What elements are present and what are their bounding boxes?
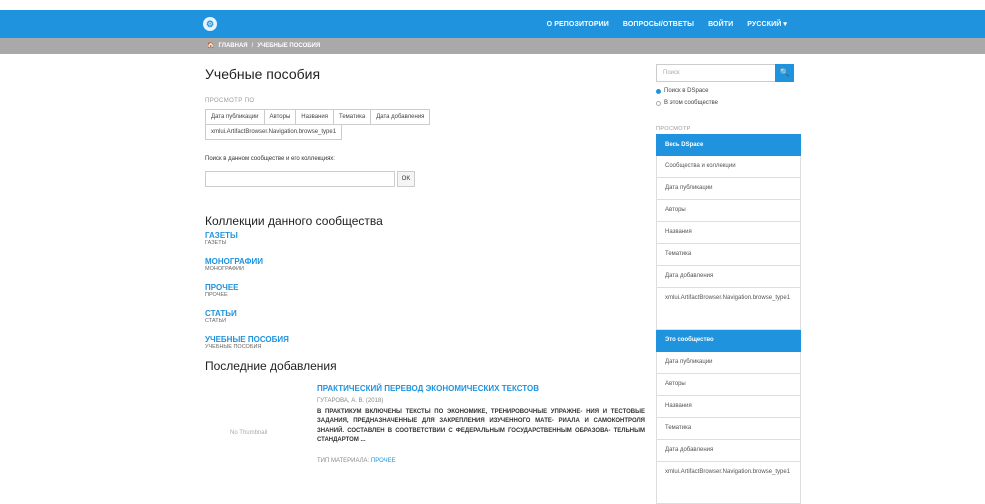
browse-authors-button[interactable]: Авторы <box>263 109 297 125</box>
top-margin <box>0 0 985 10</box>
browse-date-added-button[interactable]: Дата добавления <box>370 109 431 125</box>
item-type: ТИП МАТЕРИАЛА: ПРОЧЕЕ <box>317 458 396 464</box>
collection-description: ПРОЧЕЕ <box>205 292 228 298</box>
collection-link[interactable]: ПРОЧЕЕ <box>205 283 505 292</box>
nav-faq-link[interactable]: ВОПРОСЫ/ОТВЕТЫ <box>623 21 694 28</box>
item-abstract: В ПРАКТИКУМ ВКЛЮЧЕНЫ ТЕКСТЫ ПО ЭКОНОМИКЕ… <box>317 409 645 443</box>
collection-description: УЧЕБНЫЕ ПОСОБИЯ <box>205 344 262 350</box>
item-author-date: ГУТАРОВА, А. В. (2018) <box>317 398 384 404</box>
browse-by-label: ПРОСМОТР ПО <box>205 98 255 104</box>
sidebar-search-input[interactable]: Поиск <box>656 64 776 82</box>
list-item: СТАТЬИ СТАТЬИ <box>205 309 505 332</box>
radio-selected-icon <box>656 88 661 94</box>
nav-language-dropdown[interactable]: РУССКИЙ ▾ <box>747 20 787 28</box>
item-thumbnail[interactable]: No Thumbnail <box>230 430 267 436</box>
community-search-ok-button[interactable]: OK <box>397 171 415 187</box>
breadcrumb-separator: / <box>251 42 254 49</box>
community-search-label: Поиск в данном сообществе и его коллекци… <box>205 156 335 162</box>
breadcrumb-bar: 🏠 ГЛАВНАЯ / УЧЕБНЫЕ ПОСОБИЯ <box>0 38 985 54</box>
collections-heading: Коллекции данного сообщества <box>205 214 383 228</box>
browse-date-issued-button[interactable]: Дата публикации <box>205 109 265 125</box>
radio-search-dspace[interactable]: Поиск в DSpace <box>656 88 709 94</box>
community-search-input[interactable] <box>205 171 395 187</box>
nav-login-link[interactable]: ВОЙТИ <box>708 21 733 28</box>
sidebar-item-type1[interactable]: xmlui.ArtifactBrowser.Navigation.browse_… <box>656 462 801 504</box>
radio-label: Поиск в DSpace <box>664 88 709 94</box>
collection-link[interactable]: СТАТЬИ <box>205 309 505 318</box>
breadcrumb: 🏠 ГЛАВНАЯ / УЧЕБНЫЕ ПОСОБИЯ <box>207 42 321 50</box>
sidebar-item-this-community[interactable]: Это сообщество <box>656 330 801 352</box>
collection-description: ГАЗЕТЫ <box>205 240 227 246</box>
collection-link[interactable]: ГАЗЕТЫ <box>205 231 505 240</box>
browse-type1-button[interactable]: xmlui.ArtifactBrowser.Navigation.browse_… <box>205 124 343 140</box>
sidebar-item-date-issued[interactable]: Дата публикации <box>656 352 801 374</box>
sidebar-item-titles[interactable]: Названия <box>656 396 801 418</box>
sidebar-item-type1[interactable]: xmlui.ArtifactBrowser.Navigation.browse_… <box>656 288 801 330</box>
sidebar-item-subjects[interactable]: Тематика <box>656 418 801 440</box>
item-type-value[interactable]: ПРОЧЕЕ <box>371 458 396 464</box>
collections-list: ГАЗЕТЫ ГАЗЕТЫ МОНОГРАФИИ МОНОГРАФИИ ПРОЧ… <box>205 231 505 361</box>
breadcrumb-home-link[interactable]: ГЛАВНАЯ <box>218 43 247 49</box>
sidebar-item-date-added[interactable]: Дата добавления <box>656 440 801 462</box>
search-icon[interactable]: 🔍 <box>775 64 794 82</box>
collection-link[interactable]: МОНОГРАФИИ <box>205 257 505 266</box>
sidebar-browse-header: ПРОСМОТР <box>656 126 691 132</box>
sidebar-item-date-added[interactable]: Дата добавления <box>656 266 801 288</box>
radio-search-community[interactable]: В этом сообществе <box>656 100 718 106</box>
list-item: УЧЕБНЫЕ ПОСОБИЯ УЧЕБНЫЕ ПОСОБИЯ <box>205 335 505 358</box>
collection-description: МОНОГРАФИИ <box>205 266 244 272</box>
repository-logo[interactable]: ⚙ <box>203 17 217 31</box>
browse-subjects-button[interactable]: Тематика <box>333 109 372 125</box>
radio-label: В этом сообществе <box>664 100 718 106</box>
recent-additions-heading: Последние добавления <box>205 359 337 373</box>
page-title: Учебные пособия <box>205 66 321 82</box>
sidebar-item-all-dspace[interactable]: Весь DSpace <box>656 134 801 156</box>
home-icon[interactable]: 🏠 <box>207 42 214 49</box>
item-title-link[interactable]: ПРАКТИЧЕСКИЙ ПЕРЕВОД ЭКОНОМИЧЕСКИХ ТЕКСТ… <box>317 384 539 393</box>
list-item: ПРОЧЕЕ ПРОЧЕЕ <box>205 283 505 306</box>
list-item: МОНОГРАФИИ МОНОГРАФИИ <box>205 257 505 280</box>
sidebar-item-communities[interactable]: Сообщества и коллекции <box>656 156 801 178</box>
sidebar-browse-list: Весь DSpace Сообщества и коллекции Дата … <box>656 134 801 504</box>
radio-unselected-icon <box>656 100 661 106</box>
list-item: ГАЗЕТЫ ГАЗЕТЫ <box>205 231 505 254</box>
nav-about-link[interactable]: О РЕПОЗИТОРИИ <box>547 21 609 28</box>
sidebar-item-date-issued[interactable]: Дата публикации <box>656 178 801 200</box>
breadcrumb-current: УЧЕБНЫЕ ПОСОБИЯ <box>257 42 321 49</box>
sidebar-item-subjects[interactable]: Тематика <box>656 244 801 266</box>
sidebar-item-authors[interactable]: Авторы <box>656 200 801 222</box>
sidebar-item-titles[interactable]: Названия <box>656 222 801 244</box>
collection-description: СТАТЬИ <box>205 318 227 324</box>
item-type-label: ТИП МАТЕРИАЛА: <box>317 458 370 464</box>
sidebar-item-authors[interactable]: Авторы <box>656 374 801 396</box>
top-navbar: ⚙ О РЕПОЗИТОРИИ ВОПРОСЫ/ОТВЕТЫ ВОЙТИ РУС… <box>0 10 985 38</box>
nav-links: О РЕПОЗИТОРИИ ВОПРОСЫ/ОТВЕТЫ ВОЙТИ РУССК… <box>547 10 787 38</box>
collection-link[interactable]: УЧЕБНЫЕ ПОСОБИЯ <box>205 335 505 344</box>
browse-button-group: Дата публикации Авторы Названия Тематика… <box>205 109 505 140</box>
browse-titles-button[interactable]: Названия <box>295 109 334 125</box>
